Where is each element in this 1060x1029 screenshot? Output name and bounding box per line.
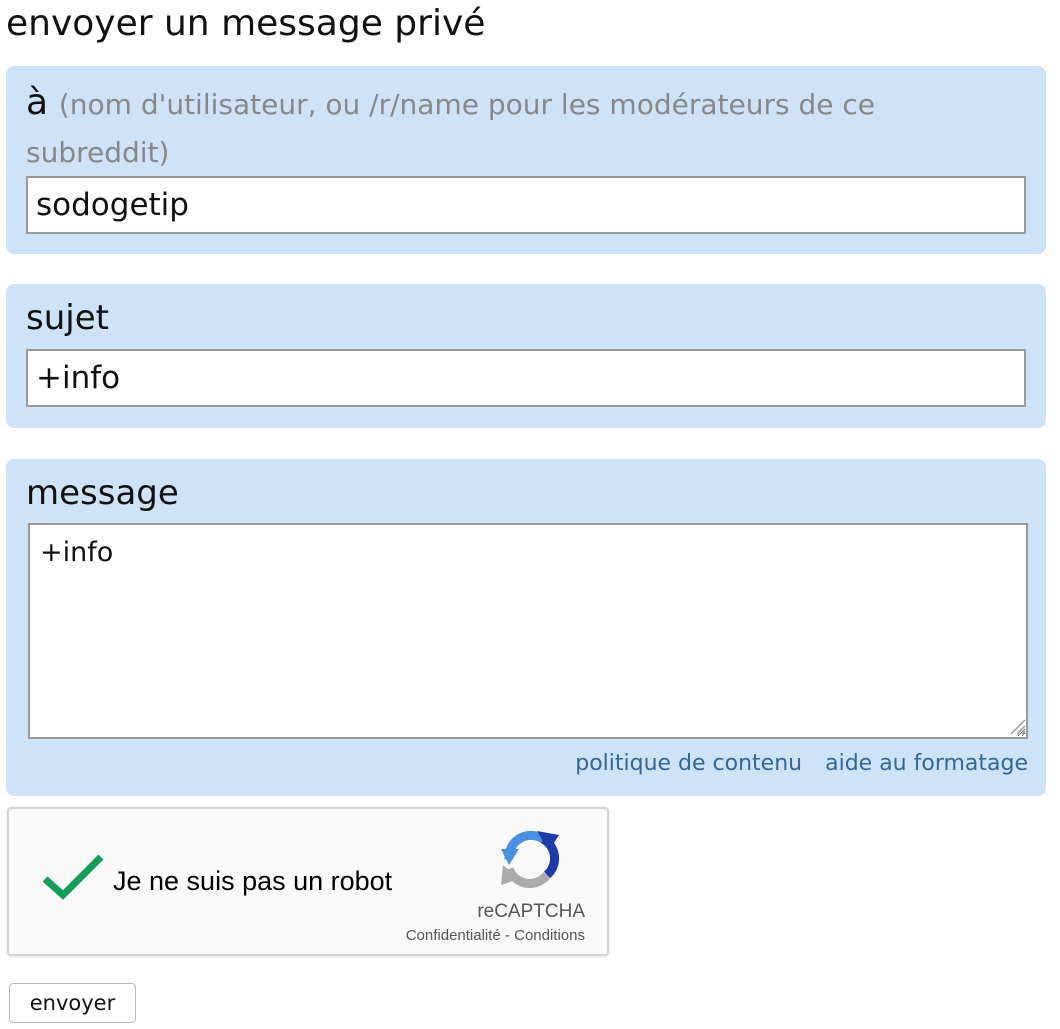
recaptcha-separator: - [500, 927, 515, 944]
formatting-help-link[interactable]: aide au formatage [825, 751, 1028, 776]
message-label: message [26, 473, 179, 513]
message-links: politique de contenu aide au formatage [559, 749, 1028, 779]
recipient-label-text: à [26, 82, 49, 123]
subject-section: sujet [6, 284, 1046, 428]
recaptcha-terms: Confidentialité - Conditions [406, 927, 585, 944]
recipient-input[interactable] [26, 176, 1026, 234]
recaptcha-privacy-link[interactable]: Confidentialité [406, 927, 501, 944]
message-section: message +info politique de contenu aide … [6, 459, 1046, 796]
subject-label: sujet [26, 298, 109, 338]
message-textarea[interactable]: +info [28, 523, 1028, 739]
send-button[interactable]: envoyer [9, 983, 136, 1023]
subject-input[interactable] [26, 349, 1026, 407]
recaptcha-logo-icon [501, 830, 560, 888]
recaptcha-brand: reCAPTCHA [477, 901, 585, 922]
recaptcha-widget: Je ne suis pas un robot reCAPTCHA Confid… [7, 807, 609, 956]
recipient-label: à (nom d'utilisateur, ou /r/name pour le… [26, 80, 1026, 176]
recaptcha-label: Je ne suis pas un robot [113, 866, 393, 896]
recaptcha-terms-link[interactable]: Conditions [514, 927, 585, 944]
recipient-hint: (nom d'utilisateur, ou /r/name pour les … [26, 88, 875, 169]
resize-grip-icon[interactable] [1008, 717, 1026, 735]
checkmark-icon[interactable] [41, 851, 105, 903]
recipient-section: à (nom d'utilisateur, ou /r/name pour le… [6, 66, 1046, 254]
content-policy-link[interactable]: politique de contenu [575, 751, 802, 776]
page-title: envoyer un message privé [6, 3, 486, 44]
